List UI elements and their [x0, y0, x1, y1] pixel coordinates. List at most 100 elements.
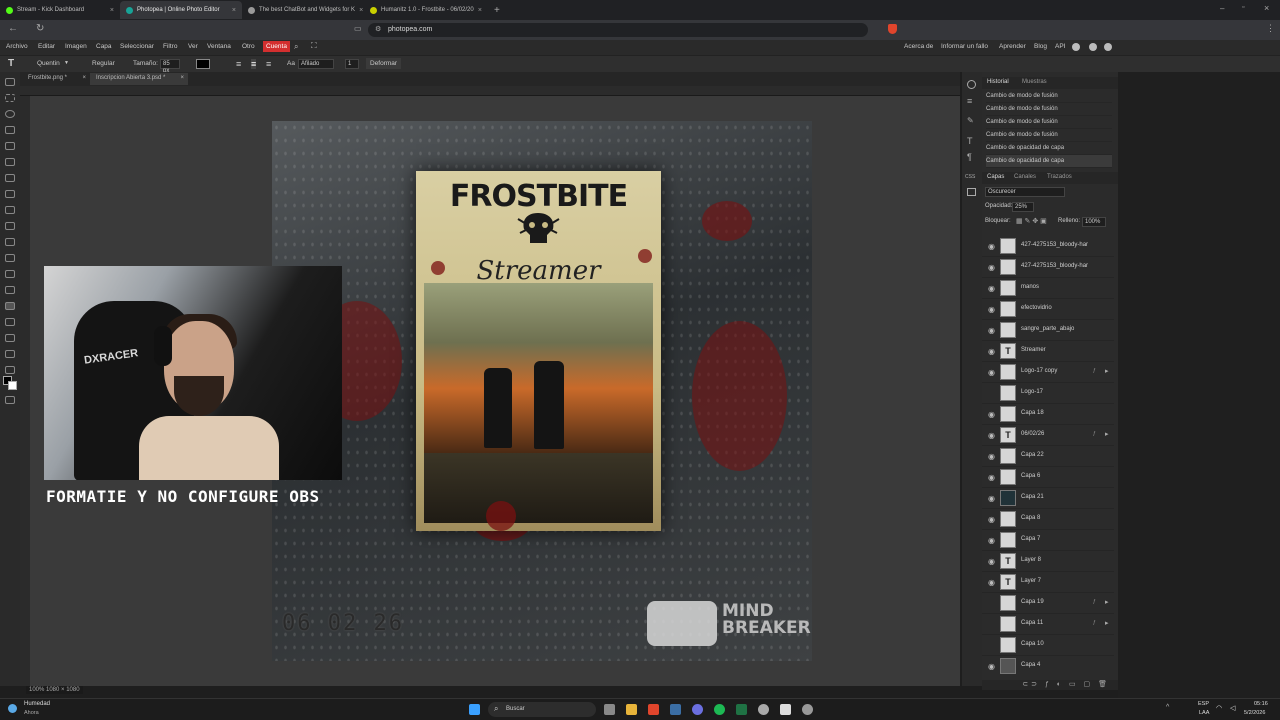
doc-tab-inscripcion[interactable]: Inscripcion Abierta 3.psd * × — [90, 73, 188, 85]
layers-footer-icons[interactable]: ⊂⊃ ƒ ◐ ▭ ▢ 🗑 — [982, 680, 1118, 690]
eyedropper-tool-icon[interactable] — [5, 158, 15, 166]
new-tab-icon[interactable]: + — [494, 5, 500, 16]
layer-row[interactable]: Logo-17 — [982, 383, 1114, 404]
layer-row[interactable]: ◉ Logo-17 copy ƒ ▸ — [982, 362, 1114, 383]
clone-stamp-tool-icon[interactable] — [5, 206, 15, 214]
bucket-tool-icon[interactable] — [5, 238, 15, 246]
visibility-eye-icon[interactable]: ◉ — [988, 473, 995, 482]
language-code[interactable]: ESP — [1198, 701, 1209, 707]
move-tool-icon[interactable] — [5, 78, 15, 86]
close-tab-icon[interactable]: × — [232, 7, 236, 14]
search-icon[interactable]: ⌕ — [294, 42, 298, 52]
visibility-eye-icon[interactable]: ◉ — [988, 305, 995, 314]
menu-filtro[interactable]: Filtro — [163, 43, 177, 50]
browser-menu-icon[interactable]: ⋮ — [1266, 23, 1275, 34]
doc-tab-frostbite[interactable]: Frostbite.png * × — [22, 73, 90, 85]
back-icon[interactable]: ← — [8, 23, 18, 34]
expand-arrow-icon[interactable]: ▸ — [1105, 430, 1109, 438]
tray-chevron-icon[interactable]: ^ — [1166, 704, 1169, 711]
menu-otro[interactable]: Otro — [242, 43, 255, 50]
layer-effects-icon[interactable]: ƒ — [1093, 431, 1096, 437]
file-explorer-icon[interactable] — [626, 704, 637, 715]
weather-icon[interactable] — [8, 704, 17, 713]
layer-row[interactable]: ◉ Capa 21 — [982, 488, 1114, 509]
task-view-icon[interactable] — [604, 704, 615, 715]
font-size-input[interactable]: 85 px — [160, 59, 180, 74]
layer-row[interactable]: ◉ Capa 8 — [982, 509, 1114, 530]
visibility-eye-icon[interactable]: ◉ — [988, 452, 995, 461]
layer-row[interactable]: ◉ Capa 22 — [982, 446, 1114, 467]
align-center-icon[interactable]: ≡ — [251, 59, 257, 69]
twitter-icon[interactable] — [1089, 43, 1097, 51]
windows-start-icon[interactable] — [469, 704, 480, 715]
excel-icon[interactable] — [736, 704, 747, 715]
pen-tool-icon[interactable] — [5, 286, 15, 294]
lasso-tool-icon[interactable] — [5, 110, 15, 118]
character-icon[interactable]: T — [967, 136, 973, 146]
hand-tool-icon[interactable] — [5, 350, 15, 358]
align-left-icon[interactable]: ≡ — [236, 59, 241, 69]
menu-ventana[interactable]: Ventana — [207, 43, 231, 50]
menu-lines-icon[interactable]: ≡ — [967, 96, 972, 106]
browser-tab-photopea[interactable]: Photopea | Online Photo Editor × — [120, 1, 242, 19]
spotify-icon[interactable] — [714, 704, 725, 715]
close-window-icon[interactable]: × — [1264, 3, 1269, 13]
visibility-eye-icon[interactable]: ◉ — [988, 326, 995, 335]
visibility-eye-icon[interactable]: ◉ — [988, 347, 995, 356]
link-blog[interactable]: Blog — [1034, 43, 1047, 50]
history-item[interactable]: Cambio de opacidad de capa — [986, 142, 1112, 155]
quick-mask-icon[interactable] — [5, 396, 15, 404]
history-item[interactable]: Cambio de modo de fusión — [986, 129, 1112, 142]
layer-row[interactable]: ◉ T Layer 7 — [982, 572, 1114, 593]
maximize-window-icon[interactable]: ▫ — [1242, 4, 1244, 11]
layer-row[interactable]: ◉ 427-4275153_bloody-har — [982, 257, 1114, 278]
close-icon[interactable]: × — [82, 75, 86, 81]
expand-arrow-icon[interactable]: ▸ — [1105, 367, 1109, 375]
menu-editar[interactable]: Editar — [38, 43, 55, 50]
taskbar-search[interactable]: ⌕ Buscar — [488, 702, 596, 717]
layer-row[interactable]: Capa 10 — [982, 635, 1114, 656]
steam-icon[interactable] — [670, 704, 681, 715]
visibility-eye-icon[interactable]: ◉ — [988, 242, 995, 251]
layer-row[interactable]: ◉ 427-4275153_bloody-har — [982, 236, 1114, 257]
tab-canales[interactable]: Canales — [1014, 174, 1036, 180]
tab-muestras[interactable]: Muestras — [1022, 79, 1047, 85]
deform-button[interactable]: Deformar — [366, 58, 402, 69]
wifi-icon[interactable]: ◠ — [1216, 704, 1222, 712]
close-tab-icon[interactable]: × — [359, 7, 363, 14]
layer-row[interactable]: ◉ T 06/02/26 ƒ ▸ — [982, 425, 1114, 446]
chatgpt-icon[interactable] — [758, 704, 769, 715]
minimize-window-icon[interactable]: – — [1220, 4, 1224, 13]
healing-tool-icon[interactable] — [5, 174, 15, 182]
shape-tool-icon[interactable] — [5, 334, 15, 342]
account-button[interactable]: Cuenta — [263, 41, 290, 52]
extension-shield-icon[interactable] — [888, 24, 897, 34]
site-info-icon[interactable]: ⚙ — [375, 23, 381, 37]
eraser-tool-icon[interactable] — [5, 222, 15, 230]
tab-historial[interactable]: Historial — [987, 79, 1009, 85]
menu-imagen[interactable]: Imagen — [65, 43, 87, 50]
clock-time[interactable]: 05:16 — [1254, 701, 1268, 707]
zoom-tool-icon[interactable] — [5, 366, 15, 374]
align-right-icon[interactable]: ≡ — [266, 59, 271, 69]
visibility-eye-icon[interactable]: ◉ — [988, 557, 995, 566]
visibility-eye-icon[interactable]: ◉ — [988, 431, 995, 440]
layer-row[interactable]: ◉ Capa 18 — [982, 404, 1114, 425]
link-aprender[interactable]: Aprender — [999, 43, 1026, 50]
magic-wand-tool-icon[interactable] — [5, 126, 15, 134]
browser-tab-humanitz[interactable]: Humanitz 1.0 - Frostbite - 06/02/20 × — [364, 1, 488, 19]
link-informar-fallo[interactable]: Informar un fallo — [941, 43, 988, 50]
marquee-tool-icon[interactable] — [5, 94, 15, 102]
fullscreen-icon[interactable]: ⛶ — [311, 41, 317, 51]
layer-row[interactable]: ◉ Capa 4 — [982, 656, 1114, 674]
tab-trazados[interactable]: Trazados — [1047, 174, 1072, 180]
text-color-swatch[interactable] — [196, 59, 210, 69]
browser-tab-chatbot[interactable]: The best ChatBot and Widgets for K × — [242, 1, 364, 19]
close-tab-icon[interactable]: × — [478, 7, 482, 14]
antialias-select[interactable]: Afilado — [298, 59, 334, 69]
layer-row[interactable]: ◉ Capa 7 — [982, 530, 1114, 551]
info-icon[interactable] — [967, 80, 976, 89]
css-icon[interactable]: CSS — [965, 174, 975, 180]
blur-tool-icon[interactable] — [5, 254, 15, 262]
close-tab-icon[interactable]: × — [110, 7, 114, 14]
